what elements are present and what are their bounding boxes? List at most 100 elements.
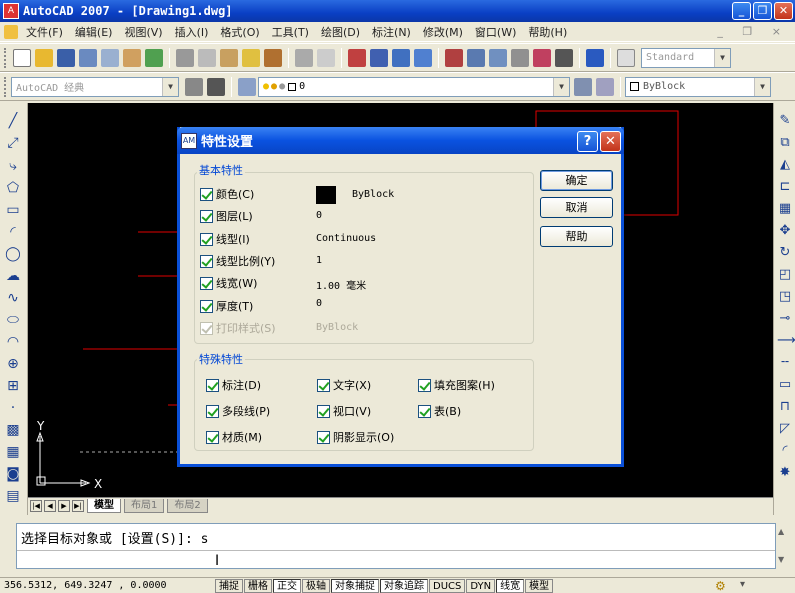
menu-help[interactable]: 帮助(H) [522,24,573,40]
toolbar-grip[interactable] [4,76,7,97]
menu-draw[interactable]: 绘图(D) [315,24,366,40]
chamfer-icon[interactable]: ◸ [777,421,793,437]
mirror-icon[interactable]: ◭ [777,157,793,173]
chevron-down-icon[interactable]: ▼ [162,77,178,96]
polyline-checkbox[interactable]: 多段线(P) [206,403,270,419]
layer-previous-icon[interactable] [596,77,614,96]
scale-icon[interactable]: ◰ [777,267,793,283]
zoom-previous-icon[interactable] [414,48,432,67]
text-style-icon[interactable] [617,48,635,67]
ortho-toggle[interactable]: 正交 [273,578,301,593]
move-icon[interactable]: ✥ [777,223,793,239]
linetype-checkbox[interactable]: 线型(I) [200,231,250,247]
text-style-combo[interactable]: Standard ▼ [641,47,731,68]
design-center-icon[interactable] [467,48,485,67]
ducs-toggle[interactable]: DUCS [429,578,466,593]
snap-toggle[interactable]: 捕捉 [215,578,243,593]
close-button[interactable]: ✕ [774,2,793,20]
polyline-icon[interactable]: ⤷ [5,158,21,174]
shadow-display-checkbox[interactable]: 阴影显示(O) [317,429,394,445]
circle-icon[interactable]: ◯ [5,246,21,262]
dyn-toggle[interactable]: DYN [466,578,496,593]
grid-toggle[interactable]: 栅格 [244,578,272,593]
first-tab-button[interactable]: |◀ [30,499,42,512]
ellipse-arc-icon[interactable]: ◠ [5,334,21,350]
arc-icon[interactable]: ◜ [5,224,21,240]
menu-view[interactable]: 视图(V) [118,24,168,40]
menu-tools[interactable]: 工具(T) [266,24,315,40]
copy-icon[interactable] [198,48,216,67]
cut-icon[interactable] [176,48,194,67]
block-editor-icon[interactable] [264,48,282,67]
join-icon[interactable]: ⊓ [777,399,793,415]
model-toggle[interactable]: 模型 [525,578,554,593]
command-line[interactable]: 选择目标对象或 [设置(S)]: s Ⅰ [16,523,776,569]
print-preview-icon[interactable] [101,48,119,67]
markup-icon[interactable] [533,48,551,67]
next-tab-button[interactable]: ▶ [58,499,70,512]
toolbar-grip[interactable] [4,47,7,68]
layer-combo[interactable]: ● ● ● 0 ▼ [258,76,570,97]
menu-edit[interactable]: 编辑(E) [69,24,119,40]
dimension-checkbox[interactable]: 标注(D) [206,377,261,393]
annotation-scale-icon[interactable]: ⚙ [715,579,726,593]
match-properties-icon[interactable] [242,48,260,67]
chevron-down-icon[interactable]: ▼ [553,77,569,96]
sheet-set-icon[interactable] [511,48,529,67]
tab-layout1[interactable]: 布局1 [124,498,165,513]
chevron-down-icon[interactable]: ▼ [754,77,770,96]
otrack-toggle[interactable]: 对象追踪 [380,578,428,593]
text-checkbox[interactable]: 文字(X) [317,377,371,393]
menu-dimension[interactable]: 标注(N) [366,24,417,40]
revision-cloud-icon[interactable]: ☁ [5,268,21,284]
menu-window[interactable]: 窗口(W) [469,24,522,40]
menu-format[interactable]: 格式(O) [214,24,265,40]
linetype-scale-checkbox[interactable]: 线型比例(Y) [200,253,275,269]
calculator-icon[interactable] [555,48,573,67]
workspace-save-icon[interactable] [207,77,225,96]
region-icon[interactable]: ◙ [5,466,21,482]
chevron-down-icon[interactable]: ▼ [714,48,730,67]
menu-modify[interactable]: 修改(M) [417,24,469,40]
make-block-icon[interactable]: ⊞ [5,378,21,394]
viewport-checkbox[interactable]: 视口(V) [317,403,371,419]
ellipse-icon[interactable]: ⬭ [5,312,21,328]
polygon-icon[interactable]: ⬠ [5,180,21,196]
insert-block-icon[interactable]: ⊕ [5,356,21,372]
table-checkbox[interactable]: 表(B) [418,403,461,419]
command-input[interactable]: Ⅰ [17,550,775,568]
polar-toggle[interactable]: 极轴 [302,578,330,593]
print-icon[interactable] [79,48,97,67]
rotate-icon[interactable]: ↻ [777,245,793,261]
3d-dwf-icon[interactable] [145,48,163,67]
osnap-toggle[interactable]: 对象捕捉 [331,578,379,593]
fillet-icon[interactable]: ◜ [777,443,793,459]
help-icon[interactable] [586,48,604,67]
spline-icon[interactable]: ∿ [5,290,21,306]
redo-icon[interactable] [317,48,335,67]
restore-button[interactable]: ❐ [753,2,772,20]
status-menu-icon[interactable]: ▾ [740,579,745,590]
tool-palettes-icon[interactable] [489,48,507,67]
line-icon[interactable]: ╱ [5,113,21,129]
workspace-settings-icon[interactable] [185,77,203,96]
cancel-button[interactable]: 取消 [540,197,613,218]
new-file-icon[interactable] [13,48,31,67]
save-icon[interactable] [57,48,75,67]
dialog-title-bar[interactable]: AM 特性设置 ? ✕ [177,127,624,154]
break-at-point-icon[interactable]: ╌ [777,355,793,371]
zoom-realtime-icon[interactable] [370,48,388,67]
color-checkbox[interactable]: 颜色(C) [200,186,254,202]
pan-icon[interactable] [348,48,366,67]
trim-icon[interactable]: ⊸ [777,311,793,327]
thickness-checkbox[interactable]: 厚度(T) [200,298,253,314]
make-current-layer-icon[interactable] [574,77,592,96]
extend-icon[interactable]: ⟶ [777,333,795,349]
stretch-icon[interactable]: ◳ [777,289,793,305]
open-folder-icon[interactable] [35,48,53,67]
coordinate-readout[interactable]: 356.5312, 649.3247 , 0.0000 [0,580,215,591]
last-tab-button[interactable]: ▶| [72,499,84,512]
menu-file[interactable]: 文件(F) [20,24,69,40]
dialog-close-button[interactable]: ✕ [600,131,621,152]
tab-layout2[interactable]: 布局2 [167,498,208,513]
